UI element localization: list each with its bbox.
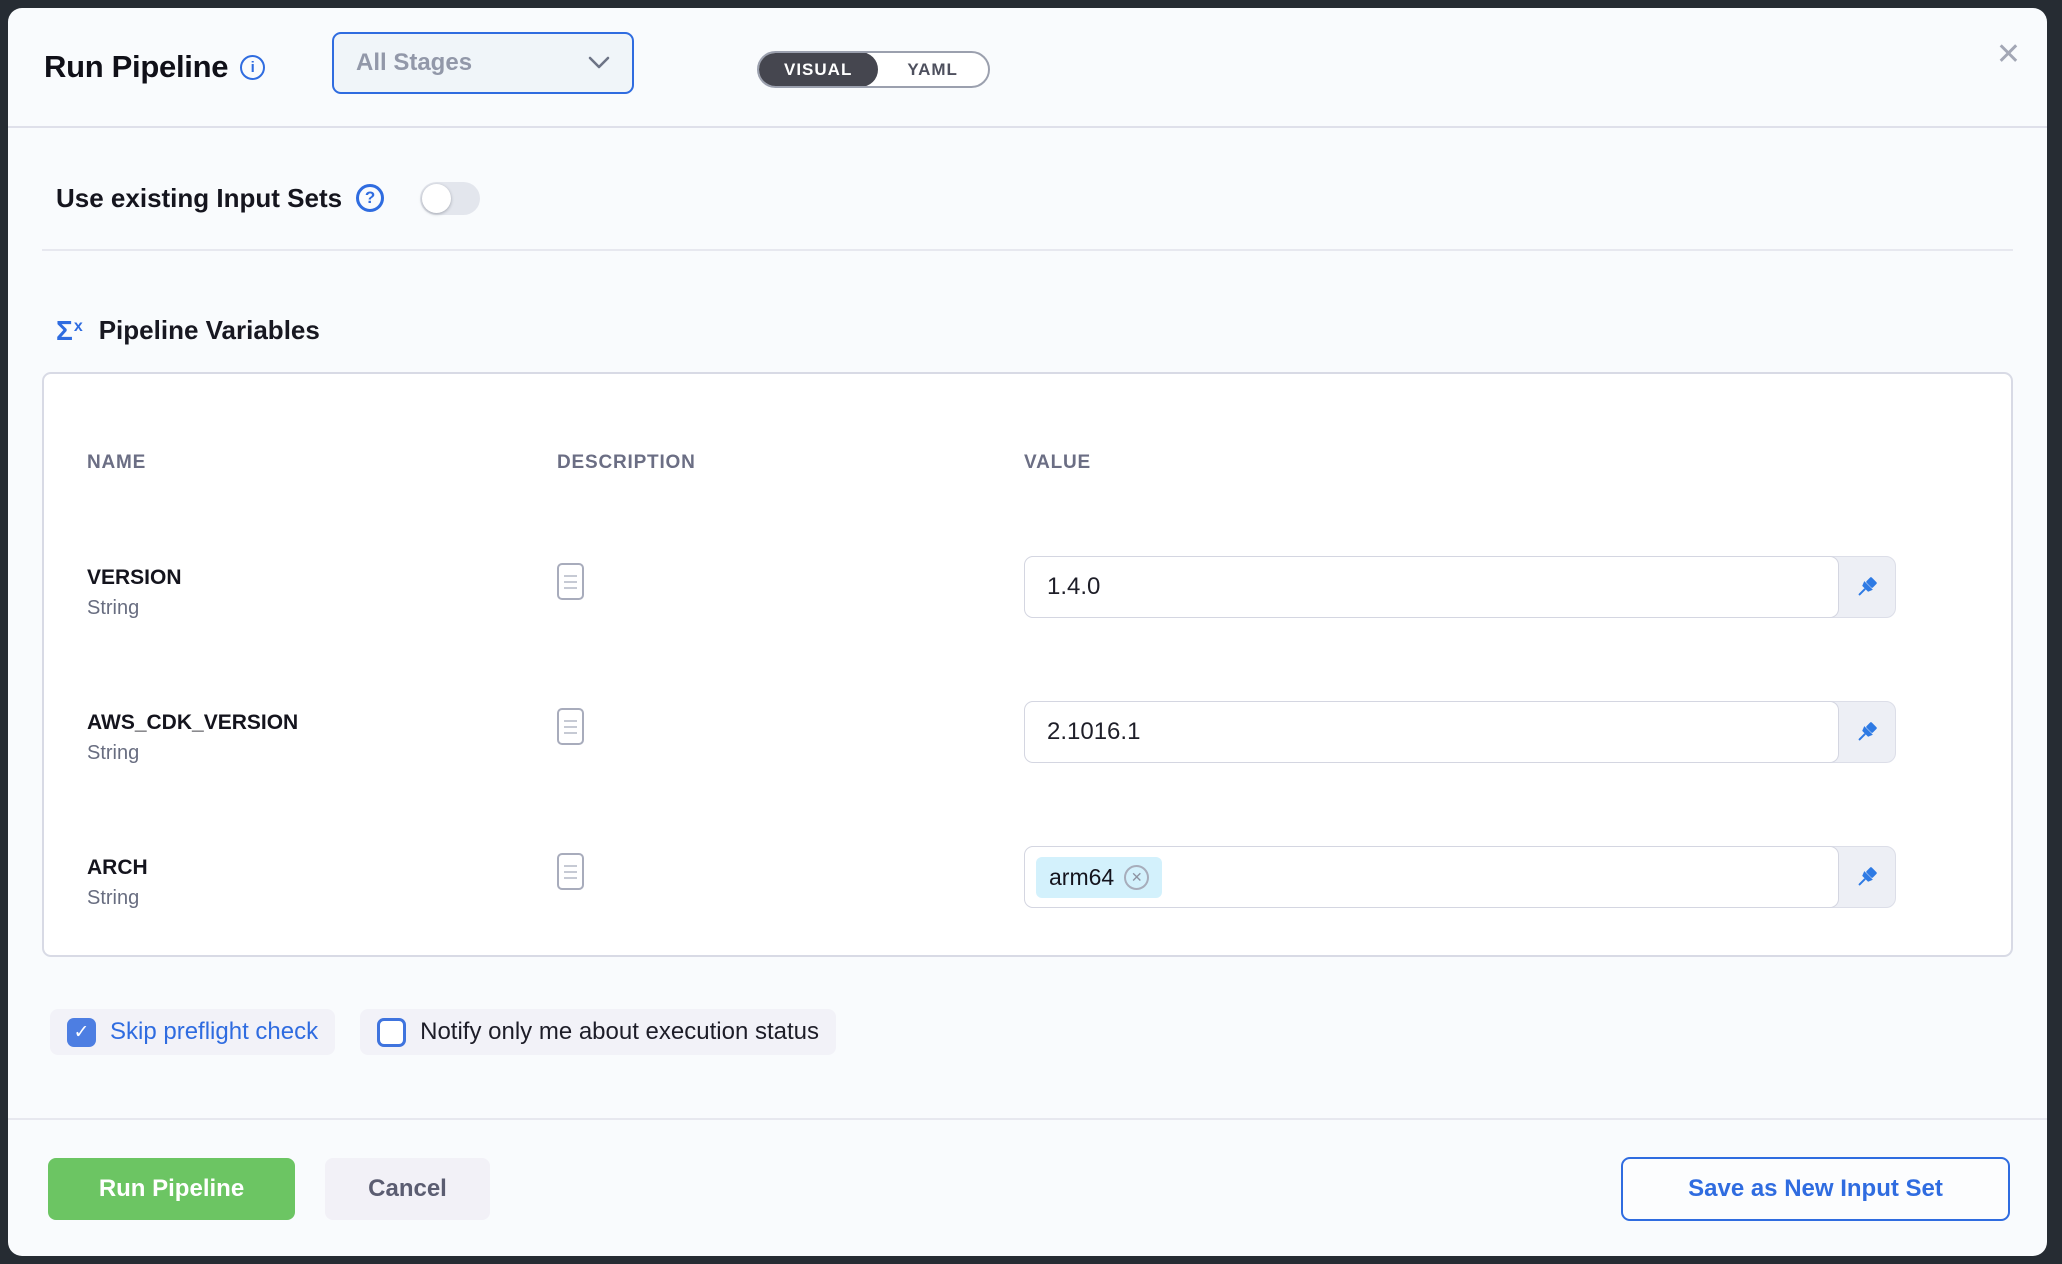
cancel-button[interactable]: Cancel	[325, 1158, 490, 1220]
arch-value-taginput[interactable]: arm64 ✕	[1024, 846, 1839, 908]
dialog-body: Use existing Input Sets ? Σx Pipeline Va…	[8, 128, 2047, 1118]
variable-name-cell: AWS_CDK_VERSION String	[87, 690, 557, 835]
pipeline-variables-title: Pipeline Variables	[99, 315, 320, 346]
execution-options-row: ✓ Skip preflight check Notify only me ab…	[50, 1009, 2013, 1055]
notify-me-checkbox[interactable]	[377, 1018, 406, 1047]
pin-button[interactable]	[1838, 702, 1895, 762]
value-input-group: arm64 ✕	[1024, 846, 1896, 908]
tag-label: arm64	[1049, 864, 1114, 891]
variables-table-header: NAME DESCRIPTION VALUE	[87, 452, 1896, 474]
dialog-footer: Run Pipeline Cancel Save as New Input Se…	[8, 1118, 2047, 1256]
pin-button[interactable]	[1838, 847, 1895, 907]
column-header-name: NAME	[87, 452, 557, 474]
variable-value-cell: arm64 ✕	[1024, 835, 1896, 980]
table-row-arch: ARCH String arm64 ✕	[87, 835, 1896, 980]
variable-value-cell	[1024, 690, 1896, 835]
variable-name: ARCH	[87, 856, 557, 880]
info-icon[interactable]: i	[240, 55, 265, 80]
pin-button[interactable]	[1838, 557, 1895, 617]
toggle-knob	[422, 184, 451, 213]
tab-visual[interactable]: VISUAL	[758, 52, 878, 87]
chevron-down-icon	[588, 56, 610, 70]
variable-name: VERSION	[87, 566, 557, 590]
aws-cdk-version-value-input[interactable]	[1024, 701, 1839, 763]
sigma-variables-icon: Σx	[56, 317, 83, 345]
variable-name-cell: ARCH String	[87, 835, 557, 980]
visual-yaml-toggle: VISUAL YAML	[757, 51, 990, 88]
section-divider	[42, 249, 2013, 251]
stage-select-value: All Stages	[356, 49, 588, 77]
page-title: Run Pipeline	[44, 49, 228, 85]
variable-type: String	[87, 597, 557, 620]
variable-type: String	[87, 887, 557, 910]
variable-name-cell: VERSION String	[87, 545, 557, 690]
run-pipeline-button[interactable]: Run Pipeline	[48, 1158, 295, 1220]
version-value-input[interactable]	[1024, 556, 1839, 618]
stage-select-dropdown[interactable]: All Stages	[332, 32, 634, 94]
description-icon	[557, 563, 584, 600]
table-row-version: VERSION String	[87, 545, 1896, 690]
pin-icon	[1853, 574, 1880, 601]
pin-icon	[1853, 864, 1880, 891]
tab-yaml[interactable]: YAML	[877, 53, 988, 86]
value-input-group	[1024, 701, 1896, 763]
notify-me-label: Notify only me about execution status	[420, 1018, 819, 1046]
dialog-header: Run Pipeline i All Stages VISUAL YAML ✕	[8, 8, 2047, 128]
input-sets-toggle[interactable]	[420, 182, 480, 215]
variable-description-cell	[557, 545, 1024, 690]
use-existing-input-sets-label: Use existing Input Sets	[56, 183, 342, 214]
help-icon[interactable]: ?	[356, 184, 384, 212]
skip-preflight-checkbox[interactable]: ✓	[67, 1018, 96, 1047]
value-input-group	[1024, 556, 1896, 618]
save-as-new-input-set-button[interactable]: Save as New Input Set	[1621, 1157, 2010, 1221]
use-existing-input-sets-row: Use existing Input Sets ?	[56, 176, 2013, 220]
pin-icon	[1853, 719, 1880, 746]
variable-name: AWS_CDK_VERSION	[87, 711, 557, 735]
variable-type: String	[87, 742, 557, 765]
skip-preflight-option[interactable]: ✓ Skip preflight check	[50, 1009, 335, 1055]
pipeline-variables-heading: Σx Pipeline Variables	[56, 315, 2013, 346]
variable-description-cell	[557, 690, 1024, 835]
notify-me-option[interactable]: Notify only me about execution status	[360, 1009, 836, 1055]
column-header-description: DESCRIPTION	[557, 452, 1024, 474]
skip-preflight-label: Skip preflight check	[110, 1018, 318, 1046]
table-row-aws-cdk-version: AWS_CDK_VERSION String	[87, 690, 1896, 835]
remove-tag-icon[interactable]: ✕	[1124, 865, 1149, 890]
variable-description-cell	[557, 835, 1024, 980]
close-icon[interactable]: ✕	[1996, 40, 2021, 70]
description-icon	[557, 708, 584, 745]
variable-value-cell	[1024, 545, 1896, 690]
column-header-value: VALUE	[1024, 452, 1896, 474]
variables-table: NAME DESCRIPTION VALUE VERSION String	[42, 372, 2013, 957]
description-icon	[557, 853, 584, 890]
tag-chip: arm64 ✕	[1036, 857, 1162, 898]
run-pipeline-dialog: Run Pipeline i All Stages VISUAL YAML ✕ …	[8, 8, 2047, 1256]
